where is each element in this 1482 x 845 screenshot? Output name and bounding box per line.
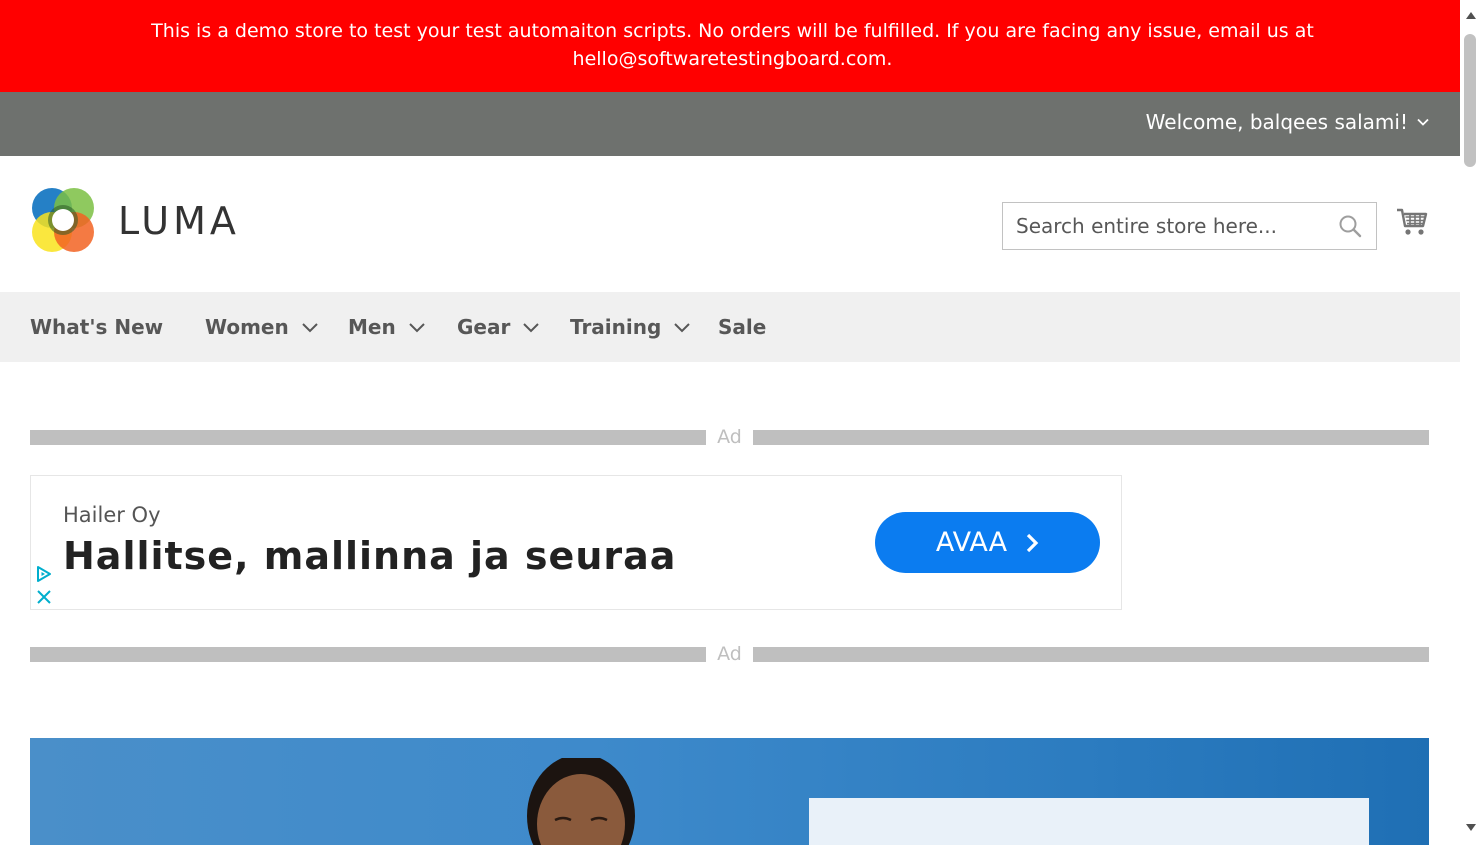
nav-item-training[interactable]: Training <box>570 292 691 362</box>
adchoices-icon[interactable] <box>35 565 53 583</box>
logo-wordmark: LUMA <box>118 199 240 243</box>
nav-item-label: Training <box>570 315 662 339</box>
chevron-down-icon <box>1417 118 1429 126</box>
ad-label: Ad <box>717 643 742 665</box>
header-panel: Welcome, balqees salami! <box>0 92 1460 156</box>
chevron-down-icon <box>523 323 540 333</box>
scroll-down-arrow-icon[interactable] <box>1464 821 1478 835</box>
search-input[interactable] <box>1003 203 1333 249</box>
ad-separator-bar <box>753 647 1429 662</box>
demo-notice-banner: This is a demo store to test your test a… <box>0 0 1465 92</box>
luma-logo-icon <box>32 188 94 252</box>
nav-item-label: Gear <box>457 315 511 339</box>
ad-separator-bar <box>30 430 706 445</box>
ad-separator-bar <box>753 430 1429 445</box>
ad-label: Ad <box>717 426 742 448</box>
nav-item-sale[interactable]: Sale <box>718 292 766 362</box>
demo-notice-text: This is a demo store to test your test a… <box>151 20 1314 42</box>
ad-open-button[interactable]: AVAA <box>875 512 1100 573</box>
search-box <box>1002 202 1377 250</box>
ad-banner[interactable]: Hailer Oy Hallitse, mallinna ja seuraa A… <box>30 475 1122 610</box>
hero-promo-panel <box>809 798 1369 845</box>
chevron-right-icon <box>1026 533 1039 552</box>
customer-welcome-menu[interactable]: Welcome, balqees salami! <box>1146 108 1430 136</box>
welcome-message: Welcome, balqees salami! <box>1145 110 1408 134</box>
nav-item-label: Sale <box>718 315 767 339</box>
ad-advertiser-name: Hailer Oy <box>63 503 161 527</box>
scrollbar-thumb[interactable] <box>1464 34 1476 167</box>
nav-item-gear[interactable]: Gear <box>457 292 540 362</box>
scroll-up-arrow-icon[interactable] <box>1464 8 1478 22</box>
main-navigation: What's New Women Men Gear Training Sale <box>0 292 1460 362</box>
chevron-down-icon <box>674 323 691 333</box>
nav-item-women[interactable]: Women <box>205 292 319 362</box>
ad-separator-top: Ad <box>30 426 1429 448</box>
ad-separator-bottom: Ad <box>30 643 1429 665</box>
page-scrollbar[interactable] <box>1460 0 1482 845</box>
ad-open-label: AVAA <box>935 527 1008 558</box>
nav-item-label: What's New <box>30 315 164 339</box>
search-icon[interactable] <box>1338 214 1362 238</box>
hero-model-image <box>527 758 635 845</box>
store-logo[interactable]: LUMA <box>30 188 240 254</box>
close-icon[interactable] <box>36 589 52 605</box>
chevron-down-icon <box>302 323 318 333</box>
nav-item-label: Women <box>205 315 289 339</box>
nav-item-label: Men <box>348 315 396 339</box>
chevron-down-icon <box>409 323 425 333</box>
ad-separator-bar <box>30 647 706 662</box>
nav-item-men[interactable]: Men <box>348 292 426 362</box>
nav-item-whats-new[interactable]: What's New <box>30 292 163 362</box>
hero-banner[interactable] <box>30 738 1429 845</box>
cart-icon[interactable] <box>1396 206 1428 238</box>
demo-notice-email: hello@softwaretestingboard.com. <box>572 48 893 70</box>
page: This is a demo store to test your test a… <box>0 0 1482 845</box>
ad-headline: Hallitse, mallinna ja seuraa <box>63 534 677 578</box>
